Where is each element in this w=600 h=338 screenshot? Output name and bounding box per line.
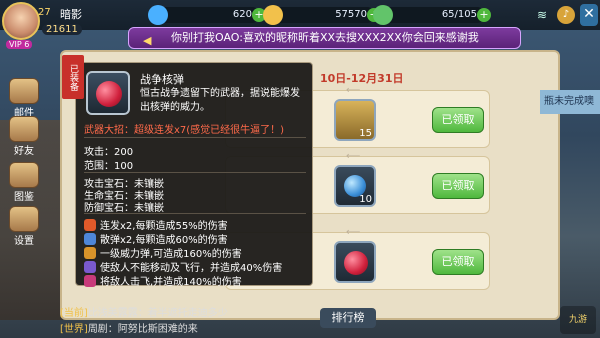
- attr-text: 将敌人击飞,并造成140%的伤害: [100, 277, 242, 288]
- nav-settings-label: 设置: [14, 236, 34, 247]
- gem-value: 620: [232, 9, 252, 20]
- codex-icon: [9, 162, 39, 188]
- reward-count: 10: [359, 194, 372, 205]
- lock-chest-icon[interactable]: 15: [334, 99, 376, 141]
- gem-counter: 620 +: [148, 5, 266, 25]
- marquee-text: 你别打我OAO:喜欢的昵称昕着XX去搜XXX2XX你会回来感谢我: [171, 31, 479, 44]
- power-icon: [84, 247, 96, 259]
- vip-badge: VIP 6: [6, 40, 33, 49]
- stamina-value: 65/105: [441, 9, 477, 20]
- claimed-button[interactable]: 已领取: [432, 249, 484, 275]
- nav-friends[interactable]: 好友: [6, 116, 42, 157]
- divider: [84, 213, 306, 214]
- friends-icon: [9, 116, 39, 142]
- announcement-marquee: ◀ 你别打我OAO:喜欢的昵称昕着XX去搜XXX2XX你会回来感谢我: [128, 27, 521, 49]
- chat-line: [当前]比浅美露露：着半遮托走迪多少: [60, 304, 228, 319]
- chat-text: 周剧：阿努比斯困难的来: [87, 324, 198, 335]
- player-avatar[interactable]: [2, 2, 40, 40]
- nav-friends-label: 好友: [14, 146, 34, 157]
- item-attack: 攻击：200: [84, 147, 134, 158]
- equipped-tag: 已装备: [62, 55, 84, 99]
- item-icon: [86, 71, 130, 115]
- attr-line: 连发x2,每颗造成55%的伤害: [84, 217, 228, 232]
- arrow-icon: ⟵: [346, 85, 361, 96]
- add-stamina-button[interactable]: +: [477, 8, 491, 22]
- event-date-title: 10日-12月31日: [320, 72, 404, 85]
- bell-icon[interactable]: ♪: [557, 6, 575, 24]
- item-skill: 武器大招：超级连发x7(感觉已经很牛逼了！): [84, 125, 285, 136]
- gold-icon: [263, 5, 283, 25]
- settings-icon: [9, 206, 39, 232]
- player-level: 27: [38, 7, 51, 18]
- attr-line: 使敌人不能移动及飞行，并造成40%伤害: [84, 259, 282, 274]
- item-tooltip: 战争核弹 恒古战争遗留下的武器，据说能爆发出核弹的威力。 武器大招：超级连发x7…: [75, 62, 313, 288]
- blue-gem-icon[interactable]: 10: [334, 165, 376, 207]
- divider: [84, 137, 306, 138]
- burst-icon: [84, 219, 96, 231]
- close-button[interactable]: ✕: [580, 4, 598, 26]
- attr-line: 将敌人击飞,并造成140%的伤害: [84, 273, 242, 288]
- bomb-icon[interactable]: [334, 241, 376, 283]
- horn-icon: ◀: [143, 34, 152, 47]
- bomb-icon: [96, 81, 122, 107]
- knockup-icon: [84, 275, 96, 287]
- reward-count: 15: [359, 128, 372, 139]
- gold-counter: 57570 +: [263, 5, 381, 25]
- claimed-button[interactable]: 已领取: [432, 107, 484, 133]
- item-name: 战争核弹: [140, 73, 184, 86]
- gold-value: 57570: [335, 9, 367, 20]
- divider: [84, 172, 306, 173]
- nav-mail[interactable]: 邮件: [6, 78, 42, 119]
- attr-line: 散弹x2,每颗造成60%的伤害: [84, 231, 228, 246]
- chat-channel: [当前]: [60, 308, 88, 319]
- gem-slot-defense: 防御宝石：未镶嵌: [84, 203, 164, 214]
- player-name: 暗影: [60, 8, 82, 21]
- chat-channel: [世界]: [60, 324, 88, 335]
- item-range: 范围：100: [84, 161, 134, 172]
- chat-text: 比浅美露露：着半遮托走迪多少: [87, 308, 228, 319]
- chat-line: [世界]周剧：阿努比斯困难的来: [60, 320, 198, 335]
- arrow-icon: ⟵: [346, 151, 361, 162]
- claimed-button[interactable]: 已领取: [432, 173, 484, 199]
- nav-codex-label: 图鉴: [14, 192, 34, 203]
- item-description: 恒古战争遗留下的武器，据说能爆发出核弹的威力。: [140, 88, 300, 113]
- leaderboard-button[interactable]: 排行榜: [320, 308, 376, 328]
- freeze-icon: [84, 261, 96, 273]
- nav-codex[interactable]: 图鉴: [6, 162, 42, 203]
- scatter-icon: [84, 233, 96, 245]
- stamina-counter: 65/105 +: [373, 5, 491, 25]
- wifi-icon: ≋: [537, 8, 548, 22]
- gem-icon: [148, 5, 168, 25]
- nav-settings[interactable]: 设置: [6, 206, 42, 247]
- arrow-icon: ⟵: [346, 227, 361, 238]
- site-logo: 九游: [560, 306, 596, 334]
- attr-line: 一级威力弹,可造成160%的伤害: [84, 245, 242, 260]
- player-power: 21611: [42, 24, 82, 35]
- bomb-shape: [344, 251, 368, 275]
- mail-icon: [9, 78, 39, 104]
- incomplete-banner: 瓶未完成噢: [540, 90, 600, 114]
- stamina-icon: [373, 5, 393, 25]
